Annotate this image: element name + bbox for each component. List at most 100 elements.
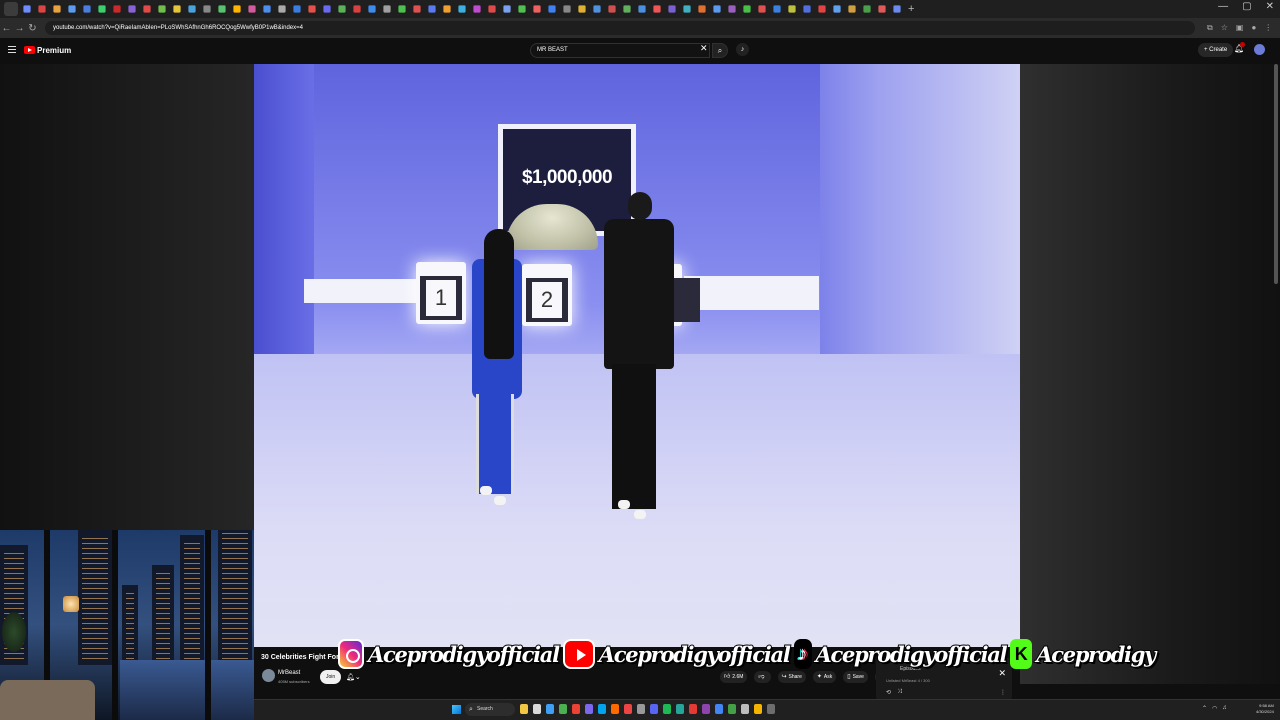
menu-icon[interactable] [8, 46, 16, 53]
browser-tab[interactable] [803, 5, 811, 13]
browser-tab[interactable] [818, 5, 826, 13]
bookmark-star-icon[interactable]: ☆ [1221, 23, 1228, 33]
browser-tab[interactable] [623, 5, 631, 13]
browser-tab[interactable] [893, 5, 901, 13]
browser-tab[interactable] [758, 5, 766, 13]
browser-tab[interactable] [383, 5, 391, 13]
browser-tab[interactable] [338, 5, 346, 13]
browser-tab[interactable] [203, 5, 211, 13]
taskbar-app-icon[interactable] [624, 704, 632, 714]
browser-tab[interactable] [533, 5, 541, 13]
browser-tab[interactable] [608, 5, 616, 13]
browser-tab[interactable] [23, 5, 31, 13]
browser-tab[interactable] [428, 5, 436, 13]
taskbar-app-icon[interactable] [520, 704, 528, 714]
browser-tab[interactable] [833, 5, 841, 13]
browser-tab[interactable] [398, 5, 406, 13]
browser-tab[interactable] [278, 5, 286, 13]
translate-icon[interactable]: ⧉ [1207, 23, 1213, 33]
browser-tab[interactable] [113, 5, 121, 13]
volume-icon[interactable]: ♫ [1222, 705, 1227, 712]
taskbar-app-icon[interactable] [637, 704, 645, 714]
search-button[interactable]: ⌕ [712, 43, 728, 58]
microphone-icon[interactable]: ♪ [736, 43, 749, 56]
taskbar-app-icon[interactable] [689, 704, 697, 714]
browser-tab[interactable] [413, 5, 421, 13]
browser-tab[interactable] [638, 5, 646, 13]
taskbar-app-icon[interactable] [767, 704, 775, 714]
browser-tab[interactable] [683, 5, 691, 13]
taskbar-app-icon[interactable] [715, 704, 723, 714]
url-field[interactable]: youtube.com/watch?v=QiRaeIamAbIen=PLoSWh… [45, 21, 1195, 35]
taskbar-app-icon[interactable] [598, 704, 606, 714]
taskbar-app-icon[interactable] [663, 704, 671, 714]
taskbar-app-icon[interactable] [728, 704, 736, 714]
youtube-logo-icon[interactable] [24, 46, 35, 54]
page-scrollbar[interactable] [1274, 64, 1278, 284]
taskbar-app-icon[interactable] [559, 704, 567, 714]
shuffle-icon[interactable]: ⤨ [897, 689, 902, 696]
browser-tab[interactable] [473, 5, 481, 13]
browser-tab[interactable] [143, 5, 151, 13]
browser-tab[interactable] [863, 5, 871, 13]
browser-tab[interactable] [38, 5, 46, 13]
browser-tab[interactable] [173, 5, 181, 13]
extensions-icon[interactable]: ▣ [1236, 23, 1244, 33]
browser-tab[interactable] [668, 5, 676, 13]
taskbar-app-icon[interactable] [546, 704, 554, 714]
browser-tab[interactable] [458, 5, 466, 13]
video-player[interactable]: $1,000,000 1 2 [254, 64, 1020, 647]
browser-tab[interactable] [743, 5, 751, 13]
forward-icon[interactable]: → [13, 23, 26, 34]
browser-tab[interactable] [503, 5, 511, 13]
taskbar-app-icon[interactable] [702, 704, 710, 714]
active-tab[interactable] [4, 2, 18, 16]
browser-tab[interactable] [698, 5, 706, 13]
profile-icon[interactable]: ● [1251, 23, 1256, 33]
taskbar-app-icon[interactable] [741, 704, 749, 714]
browser-tab[interactable] [53, 5, 61, 13]
browser-tab[interactable] [728, 5, 736, 13]
browser-tab[interactable] [83, 5, 91, 13]
taskbar-app-icon[interactable] [650, 704, 658, 714]
taskbar-app-icon[interactable] [533, 704, 541, 714]
tray-chevron-icon[interactable]: ⌃ [1202, 705, 1207, 712]
browser-tab[interactable] [518, 5, 526, 13]
playlist-menu-icon[interactable]: ⋮ [1000, 689, 1006, 696]
channel-avatar[interactable] [262, 669, 275, 682]
browser-tab[interactable] [488, 5, 496, 13]
taskbar-clock[interactable]: 9:58 AM 4/30/2024 [1256, 703, 1274, 715]
browser-tab[interactable] [878, 5, 886, 13]
browser-tab[interactable] [788, 5, 796, 13]
minimize-button[interactable]: — [1218, 1, 1228, 12]
account-avatar[interactable] [1254, 44, 1265, 55]
search-input[interactable]: MR BEAST [530, 43, 710, 58]
browser-tab[interactable] [548, 5, 556, 13]
browser-tab[interactable] [218, 5, 226, 13]
browser-tab[interactable] [248, 5, 256, 13]
taskbar-app-icon[interactable] [585, 704, 593, 714]
maximize-button[interactable]: ▢ [1242, 1, 1251, 12]
browser-tab[interactable] [233, 5, 241, 13]
browser-tab[interactable] [263, 5, 271, 13]
taskbar-app-icon[interactable] [572, 704, 580, 714]
close-window-button[interactable]: ✕ [1266, 1, 1274, 12]
wifi-icon[interactable]: ◠ [1212, 705, 1217, 712]
loop-icon[interactable]: ⟲ [886, 689, 891, 696]
browser-tab[interactable] [68, 5, 76, 13]
browser-tab[interactable] [188, 5, 196, 13]
taskbar-search[interactable]: Search [465, 703, 515, 716]
browser-menu-icon[interactable]: ⋮ [1264, 23, 1272, 33]
browser-tab[interactable] [653, 5, 661, 13]
create-button[interactable]: + Create [1198, 43, 1234, 57]
channel-name[interactable]: MrBeast [278, 670, 300, 676]
taskbar-app-icon[interactable] [676, 704, 684, 714]
browser-tab[interactable] [368, 5, 376, 13]
taskbar-app-icon[interactable] [611, 704, 619, 714]
browser-tab[interactable] [158, 5, 166, 13]
browser-tab[interactable] [578, 5, 586, 13]
taskbar-app-icon[interactable] [754, 704, 762, 714]
youtube-premium-label[interactable]: Premium [37, 46, 71, 55]
browser-tab[interactable] [848, 5, 856, 13]
browser-tab[interactable] [98, 5, 106, 13]
